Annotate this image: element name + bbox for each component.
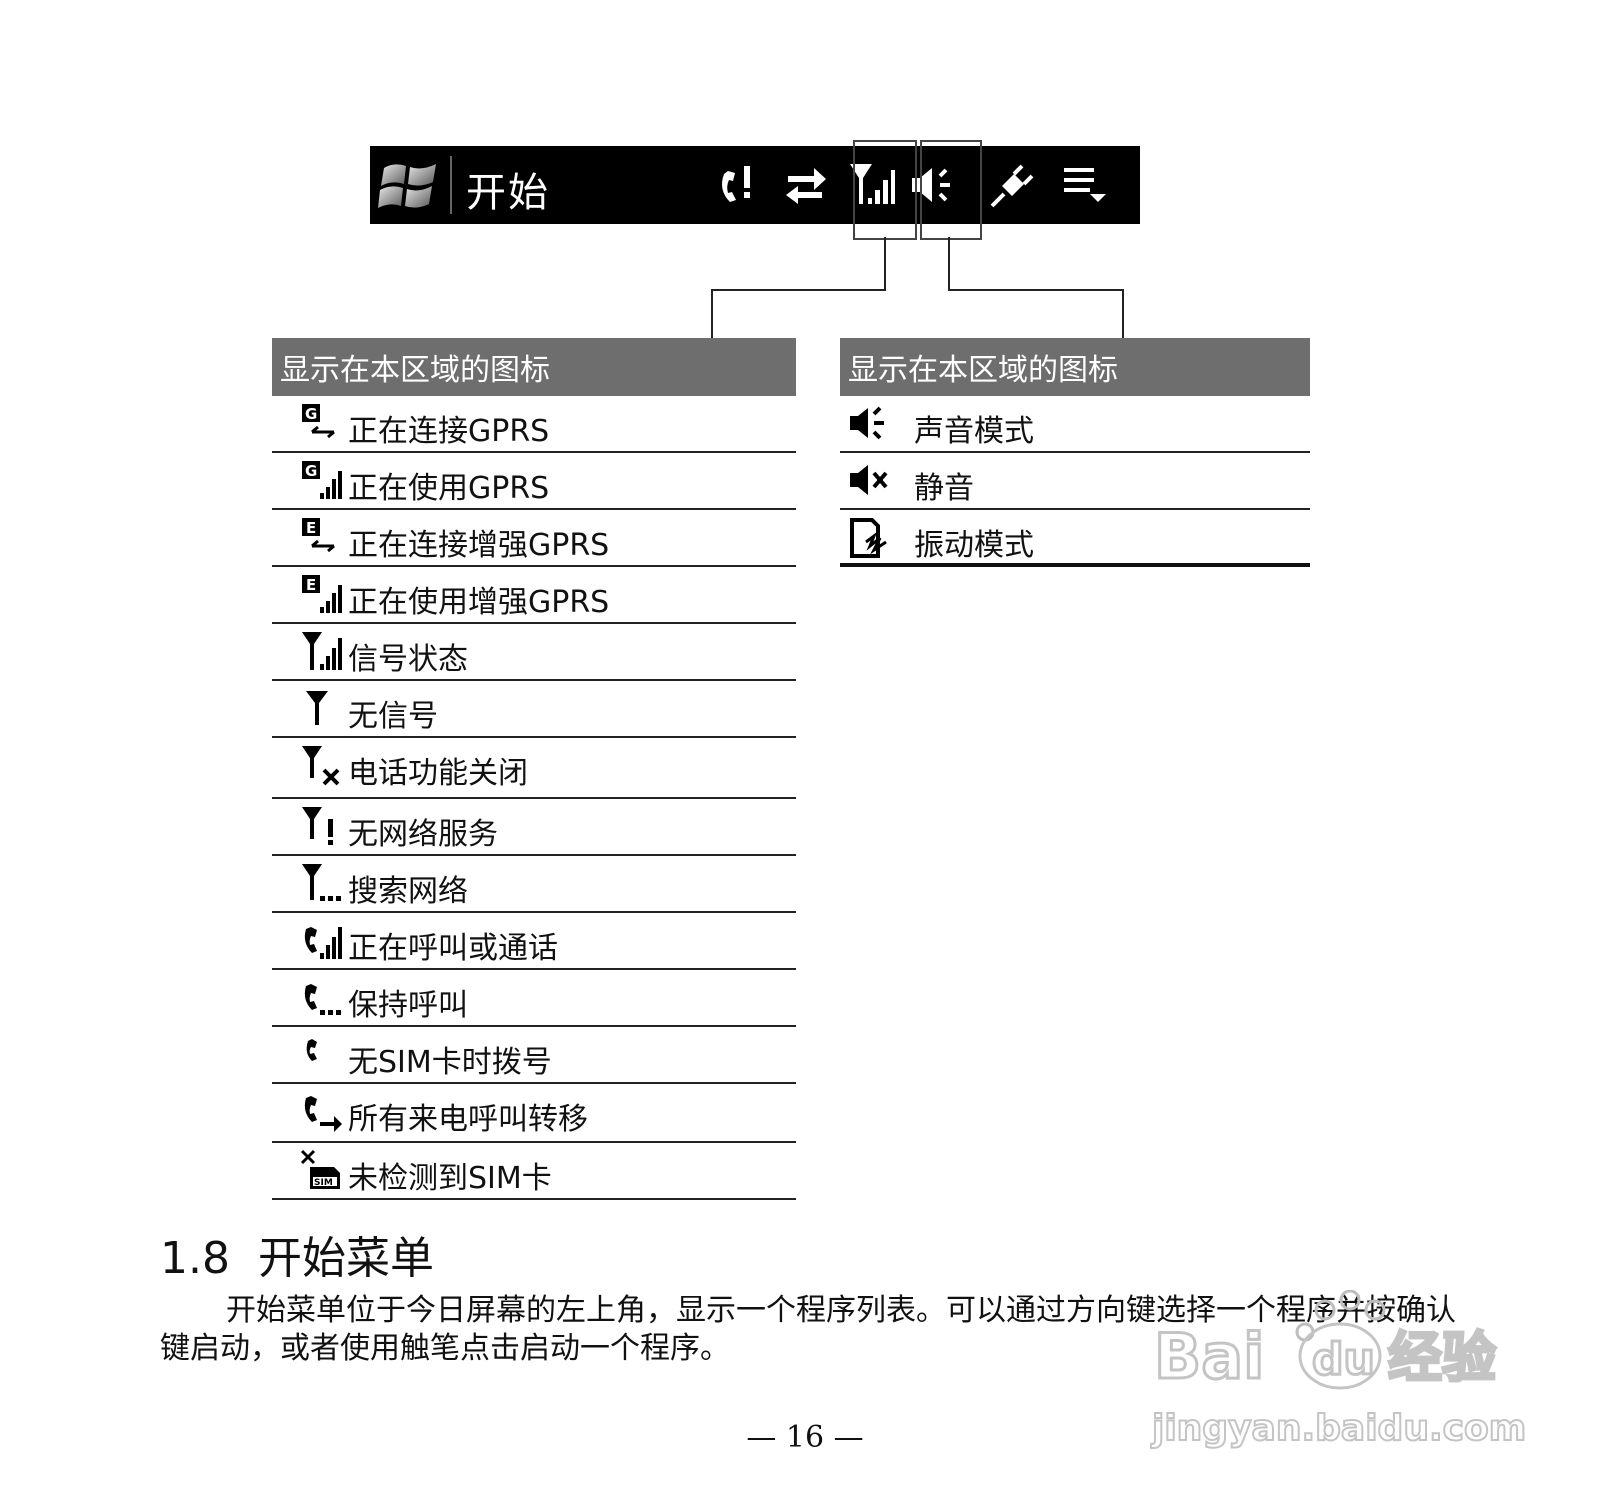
table-header: 显示在本区域的图标 (840, 338, 1310, 396)
svg-text:经验: 经验 (1388, 1326, 1496, 1389)
row-label: 电话功能关闭 (348, 756, 528, 791)
row-label: 振动模式 (914, 528, 1034, 563)
row-label: 正在使用GPRS (348, 471, 550, 506)
table-row: E 正在使用增强GPRS (272, 567, 796, 624)
row-label: 搜索网络 (348, 874, 468, 909)
table-row: 无SIM卡时拨号 (272, 1027, 796, 1084)
table-row: 信号状态 (272, 624, 796, 681)
radio-off-icon (302, 746, 340, 786)
connector-lines (711, 237, 1124, 338)
row-label: 无SIM卡时拨号 (348, 1045, 552, 1080)
table-row: 声音模式 (840, 396, 1310, 453)
call-on-hold-icon (304, 984, 341, 1015)
section-title: 1.8 开始菜单 (160, 1233, 434, 1284)
row-label: 正在连接增强GPRS (348, 528, 610, 563)
call-in-progress-icon (304, 927, 342, 959)
svg-text:SIM: SIM (314, 1178, 333, 1188)
mute-icon (850, 465, 888, 495)
gprs-connecting-icon: G (302, 404, 335, 439)
table-row: G 正在连接GPRS (272, 396, 796, 453)
table-row: E 正在连接增强GPRS (272, 510, 796, 567)
row-label: 无信号 (348, 699, 438, 734)
egprs-in-use-icon: E (302, 575, 342, 613)
vibrate-icon (850, 518, 887, 558)
table-row: 无信号 (272, 681, 796, 738)
table-row: G 正在使用GPRS (272, 453, 796, 510)
table-row: SIM 未检测到SIM卡 (272, 1143, 796, 1200)
svg-text:Bai: Bai (1154, 1320, 1264, 1393)
svg-text:E: E (306, 519, 316, 537)
call-forwarding-icon (304, 1096, 342, 1132)
row-label: 正在呼叫或通话 (348, 931, 558, 966)
table-header: 显示在本区域的图标 (272, 338, 796, 396)
row-label: 保持呼叫 (348, 988, 468, 1023)
svg-text:G: G (305, 405, 317, 423)
signal-strength-icon (302, 632, 342, 670)
network-icons-table: 显示在本区域的图标 G 正在连接GPRS G 正在使用GPRS E 正在连接增强… (272, 338, 796, 1200)
row-label: 无网络服务 (348, 817, 498, 852)
no-sim-call-icon (306, 1039, 317, 1061)
searching-network-icon (302, 864, 341, 901)
table-row: 所有来电呼叫转移 (272, 1084, 796, 1143)
svg-text:G: G (305, 462, 317, 480)
row-label: 静音 (914, 471, 974, 506)
no-service-icon (302, 807, 333, 845)
row-label: 所有来电呼叫转移 (348, 1102, 588, 1137)
no-sim-card-icon: SIM (300, 1149, 340, 1189)
svg-text:du: du (1312, 1334, 1375, 1385)
svg-text:E: E (306, 576, 316, 594)
table-row: 振动模式 (840, 510, 1310, 567)
watermark-url: jingyan.baidu.com (1150, 1408, 1526, 1449)
table-row: 搜索网络 (272, 856, 796, 913)
row-label: 未检测到SIM卡 (348, 1161, 552, 1196)
row-label: 信号状态 (348, 642, 468, 677)
gprs-in-use-icon: G (302, 461, 342, 499)
baidu-watermark-logo: Bai du 经验 jingyan.baidu.com (1150, 1290, 1527, 1450)
table-row: 电话功能关闭 (272, 738, 796, 799)
row-label: 正在连接GPRS (348, 414, 550, 449)
table-row: 保持呼叫 (272, 970, 796, 1027)
table-row: 无网络服务 (272, 799, 796, 856)
no-signal-icon (306, 691, 328, 725)
table-row: 正在呼叫或通话 (272, 913, 796, 970)
egprs-connecting-icon: E (302, 518, 335, 553)
row-label: 声音模式 (914, 414, 1034, 449)
sound-icons-table: 显示在本区域的图标 声音模式 静音 振动模式 (840, 338, 1310, 567)
row-label: 正在使用增强GPRS (348, 585, 610, 620)
table-row: 静音 (840, 453, 1310, 510)
sound-on-icon (850, 406, 884, 440)
